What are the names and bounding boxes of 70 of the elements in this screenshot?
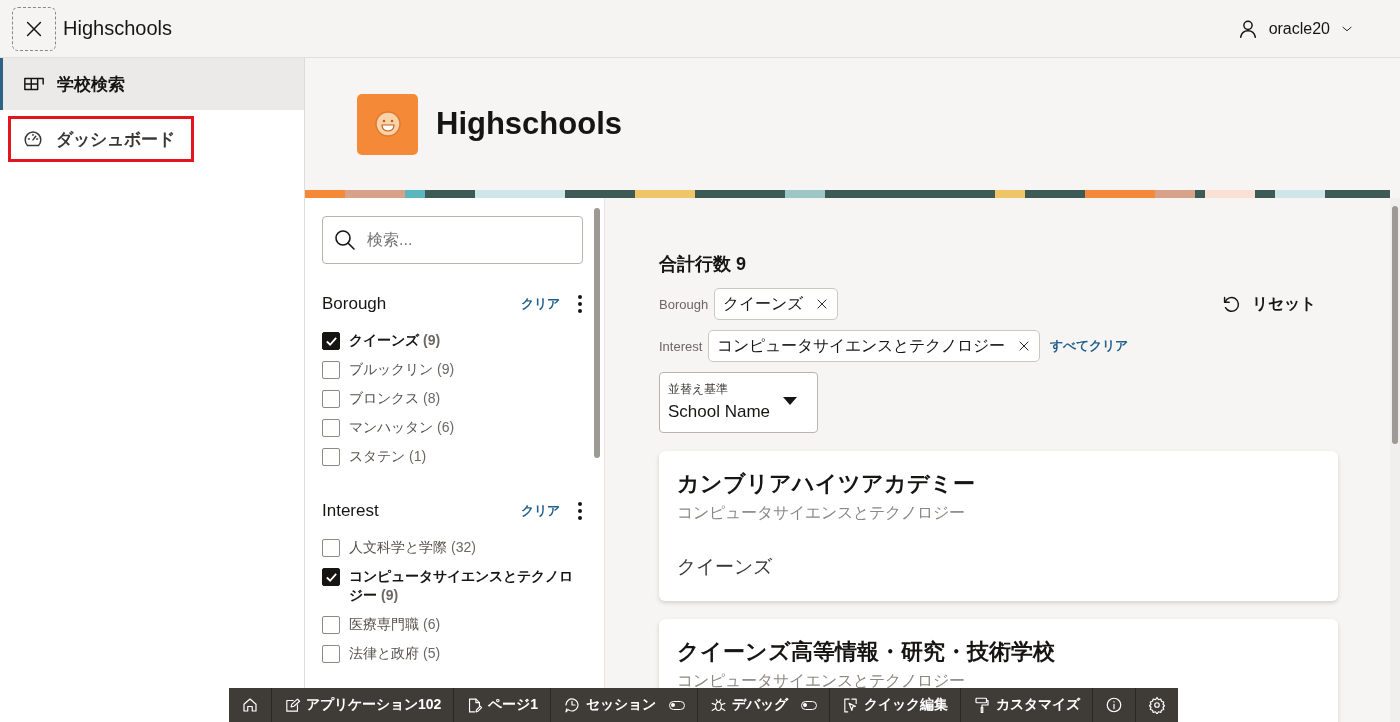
option-label: コンピュータサイエンスとテクノロジー (9)	[349, 567, 574, 605]
info-icon	[1105, 696, 1124, 714]
checkbox[interactable]	[322, 616, 340, 634]
school-name: カンブリアハイツアカデミー	[677, 470, 976, 498]
checkbox[interactable]	[322, 568, 340, 586]
toolbar-button[interactable]: クイック編集	[830, 688, 962, 722]
option-label: ブロンクス (8)	[349, 389, 441, 408]
app-title: Highschools	[63, 17, 172, 40]
facet-title: Interest	[322, 501, 380, 521]
clear-link[interactable]: クリア	[521, 502, 560, 520]
bug-icon	[710, 696, 728, 714]
option-label: 法律と政府 (5)	[349, 644, 441, 663]
option-label: クイーンズ (9)	[349, 331, 441, 350]
option-label: マンハッタン (6)	[349, 418, 455, 437]
clear-link[interactable]: クリア	[521, 295, 560, 313]
toolbar-button[interactable]: セッション	[551, 688, 699, 722]
school-card[interactable]: カンブリアハイツアカデミー コンピュータサイエンスとテクノロジー クイーンズ	[659, 451, 1338, 601]
reset-button[interactable]: リセット	[1214, 292, 1322, 316]
toolbar-button[interactable]: ページ1	[454, 688, 552, 722]
filter-group-label: Borough	[659, 296, 709, 312]
checkbox[interactable]	[322, 448, 340, 466]
facet-title: Borough	[322, 294, 388, 314]
checkbox[interactable]	[322, 645, 340, 663]
more-options-button[interactable]	[578, 502, 582, 520]
school-borough: クイーンズ	[677, 555, 773, 579]
search-icon	[333, 228, 357, 252]
caret-icon	[783, 397, 797, 405]
filter-chip[interactable]: クイーンズ	[714, 288, 839, 320]
settings-icon	[1148, 696, 1167, 714]
option-label: ブルックリン (9)	[349, 360, 455, 379]
search-field[interactable]: 検索...	[322, 216, 583, 264]
option-label: 医療専門職 (6)	[349, 615, 441, 634]
checkbox[interactable]	[322, 390, 340, 408]
nav-item[interactable]: ダッシュボード	[8, 116, 194, 162]
page-scrollbar[interactable]	[1392, 206, 1398, 444]
smiley-logo-icon	[357, 93, 418, 155]
option-label: スタテン (1)	[349, 447, 427, 466]
toolbar-button[interactable]: アプリケーション102	[272, 688, 455, 722]
close-icon	[1017, 339, 1032, 353]
checkmark-icon	[324, 334, 338, 348]
total-rows: 合計行数 9	[659, 252, 1338, 276]
school-interest: コンピュータサイエンスとテクノロジー	[677, 503, 966, 523]
paint-roller-icon	[973, 696, 992, 714]
user-menu[interactable]: oracle20	[1230, 16, 1360, 41]
filter-chip[interactable]: コンピュータサイエンスとテクノロジー	[708, 330, 1041, 362]
checkbox[interactable]	[322, 332, 340, 350]
checkbox[interactable]	[322, 419, 340, 437]
scrollbar[interactable]	[594, 208, 600, 458]
school-name: クイーンズ高等情報・研究・技術学校	[677, 638, 1056, 666]
close-icon	[815, 297, 830, 311]
toolbar-button[interactable]: デバッグ	[698, 688, 831, 722]
clock-icon	[563, 696, 582, 714]
sort-select[interactable]: 並替え基準 School Name	[659, 372, 818, 433]
close-button[interactable]	[12, 6, 56, 51]
page-icon	[466, 696, 484, 714]
nav-item[interactable]: 学校検索	[0, 58, 304, 110]
checkbox[interactable]	[322, 539, 340, 557]
home-icon	[241, 696, 259, 714]
edit-icon	[284, 696, 301, 714]
school-interest: コンピュータサイエンスとテクノロジー	[677, 671, 966, 691]
toolbar-button[interactable]: カスタマイズ	[961, 688, 1094, 722]
filter-group-label: Interest	[659, 338, 703, 354]
more-options-button[interactable]	[578, 295, 582, 313]
search-input[interactable]: 検索...	[365, 230, 569, 250]
checkmark-icon	[324, 570, 338, 584]
page-title: Highschools	[436, 106, 622, 142]
option-label: 人文科学と学際 (32)	[349, 538, 476, 557]
checkbox[interactable]	[322, 361, 340, 379]
cursor-icon	[842, 696, 860, 714]
clear-all-link[interactable]: すべてクリア	[1050, 337, 1129, 355]
